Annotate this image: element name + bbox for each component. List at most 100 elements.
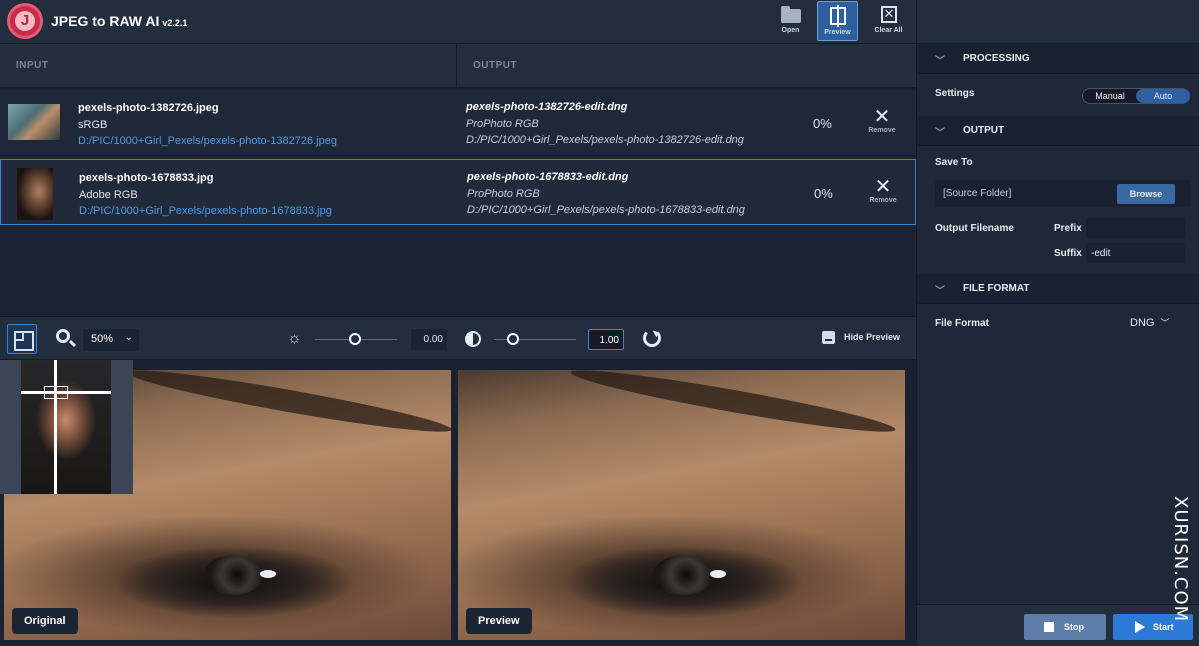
exposure-icon: ☼ (287, 330, 302, 347)
clear-all-label: Clear All (874, 27, 903, 34)
hide-preview-icon (822, 331, 835, 344)
file-path-link[interactable]: D:/PIC/1000+Girl_Pexels/pexels-photo-167… (79, 205, 332, 217)
eyebrow (568, 370, 898, 441)
zoom-select[interactable]: 50% ⌄ (83, 329, 139, 351)
section-file-format-header[interactable]: ﹀ FILE FORMAT (917, 274, 1199, 304)
file-name: pexels-photo-1678833.jpg (79, 172, 214, 184)
clear-all-icon (880, 6, 897, 23)
contrast-slider-handle[interactable] (507, 333, 519, 345)
output-file-name: pexels-photo-1382726-edit.dng (466, 101, 628, 113)
prefix-label: Prefix (1054, 223, 1082, 234)
chevron-down-icon: ﹀ (935, 128, 945, 139)
settings-panel: ﹀ PROCESSING Settings Manual Auto ﹀ OUTP… (916, 0, 1199, 646)
settings-label: Settings (935, 88, 975, 99)
preview-image[interactable]: Preview (458, 370, 905, 640)
close-icon: ✕ (874, 176, 892, 198)
preview-area: Original Preview (0, 360, 916, 646)
navigator-toggle-button[interactable] (7, 324, 37, 354)
settings-mode-toggle[interactable]: Manual Auto (1082, 88, 1190, 104)
title-bar: J JPEG to RAW AIv2.2.1 Open Preview Clea… (0, 0, 916, 44)
remove-label: Remove (869, 197, 897, 204)
eye (204, 555, 264, 595)
progress-percent: 0% (813, 116, 832, 131)
manual-option[interactable]: Manual (1083, 89, 1137, 103)
exposure-value-input[interactable]: 0.00 (411, 329, 447, 350)
auto-option[interactable]: Auto (1136, 89, 1190, 103)
progress-percent: 0% (814, 186, 833, 201)
chevron-down-icon: ﹀ (1160, 318, 1170, 328)
navigator-crosshair (54, 360, 57, 494)
chevron-down-icon: ⌄ (124, 332, 133, 343)
app-version: v2.2.1 (162, 18, 188, 28)
file-list: pexels-photo-1382726.jpeg sRGB D:/PIC/10… (0, 88, 916, 316)
preview-label: Preview (466, 608, 532, 634)
file-row[interactable]: pexels-photo-1382726.jpeg sRGB D:/PIC/10… (0, 90, 916, 156)
reset-icon[interactable] (643, 329, 661, 347)
folder-icon (780, 6, 801, 23)
action-bar: Stop Start (917, 604, 1199, 646)
clear-all-button[interactable]: Clear All (868, 1, 909, 41)
section-title: PROCESSING (963, 53, 1030, 64)
chevron-down-icon: ﹀ (935, 56, 945, 67)
zoom-icon[interactable] (56, 329, 70, 343)
prefix-input[interactable] (1086, 218, 1185, 238)
file-thumbnail (8, 104, 60, 140)
app-logo: J (7, 3, 43, 39)
section-processing-header[interactable]: ﹀ PROCESSING (917, 44, 1199, 74)
file-format-select[interactable]: DNG ﹀ (1130, 314, 1184, 332)
navigator-panel[interactable] (0, 360, 133, 494)
file-format-label: File Format (935, 318, 989, 329)
open-button[interactable]: Open (770, 1, 811, 41)
app-title: JPEG to RAW AI v2.2.1 (51, 13, 187, 29)
hide-preview-label: Hide Preview (844, 331, 901, 342)
section-title: OUTPUT (963, 125, 1005, 136)
stop-button[interactable]: Stop (1024, 614, 1106, 640)
preview-label: Preview (824, 29, 851, 36)
split-preview-icon (829, 5, 846, 27)
output-colorspace: ProPhoto RGB (466, 118, 539, 130)
navigator-viewport-box[interactable] (44, 386, 68, 399)
remove-label: Remove (868, 127, 896, 134)
eye-highlight (260, 570, 276, 578)
file-format-value: DNG (1130, 317, 1155, 329)
output-file-name: pexels-photo-1678833-edit.dng (467, 171, 629, 183)
eye (653, 555, 713, 595)
eyebrow (124, 370, 451, 441)
chevron-down-icon: ﹀ (935, 286, 945, 297)
file-colorspace: sRGB (78, 119, 108, 131)
panel-top-bar (917, 0, 1199, 44)
contrast-icon (465, 331, 481, 347)
exposure-slider-handle[interactable] (349, 333, 361, 345)
output-filename-label: Output Filename (935, 223, 1014, 234)
remove-button[interactable]: ✕ Remove (862, 107, 902, 134)
app-logo-letter: J (15, 11, 35, 31)
suffix-label: Suffix (1054, 248, 1082, 259)
section-output-header[interactable]: ﹀ OUTPUT (917, 116, 1199, 146)
output-path: D:/PIC/1000+Girl_Pexels/pexels-photo-138… (466, 134, 744, 146)
browse-button[interactable]: Browse (1117, 184, 1175, 204)
remove-button[interactable]: ✕ Remove (863, 176, 903, 204)
file-thumbnail (17, 168, 53, 220)
column-header-input: INPUT (0, 44, 457, 88)
output-path: D:/PIC/1000+Girl_Pexels/pexels-photo-167… (467, 204, 745, 216)
section-title: FILE FORMAT (963, 283, 1030, 294)
contrast-value-input[interactable]: 1.00 (588, 329, 624, 350)
view-toolbar: 50% ⌄ ☼ 0.00 1.00 Hide Preview (0, 316, 916, 360)
eye-highlight (710, 570, 726, 578)
zoom-value: 50% (91, 333, 114, 345)
file-path-link[interactable]: D:/PIC/1000+Girl_Pexels/pexels-photo-138… (78, 135, 337, 147)
original-label: Original (12, 608, 78, 634)
output-colorspace: ProPhoto RGB (467, 188, 540, 200)
hide-preview-toggle[interactable]: Hide Preview (822, 331, 900, 344)
watermark-text: XURISN.COM (1170, 496, 1191, 623)
suffix-input[interactable]: -edit (1086, 243, 1185, 263)
file-name: pexels-photo-1382726.jpeg (78, 102, 219, 114)
navigator-thumbnail (21, 360, 111, 494)
preview-button[interactable]: Preview (817, 1, 858, 41)
file-colorspace: Adobe RGB (79, 189, 138, 201)
open-label: Open (781, 27, 800, 34)
app-name: JPEG to RAW AI (51, 13, 160, 29)
file-row-selected[interactable]: pexels-photo-1678833.jpg Adobe RGB D:/PI… (0, 159, 916, 225)
column-header-output: OUTPUT (457, 44, 916, 88)
save-to-label: Save To (935, 157, 973, 168)
